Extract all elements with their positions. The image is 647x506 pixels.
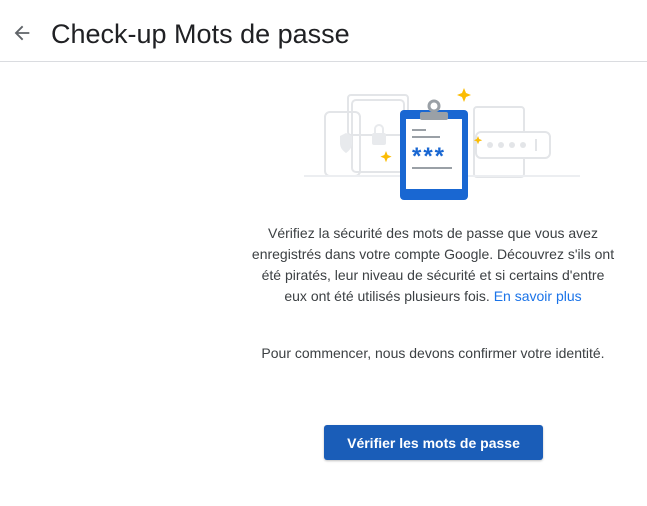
- learn-more-link[interactable]: En savoir plus: [494, 288, 582, 304]
- identity-text: Pour commencer, nous devons confirmer vo…: [261, 345, 605, 361]
- arrow-back-icon: [14, 25, 30, 41]
- description-text: Vérifiez la sécurité des mots de passe q…: [250, 223, 616, 307]
- masked-password-text: ***: [412, 143, 446, 170]
- clipboard-password-illustration: ***: [304, 88, 580, 200]
- app-header: Check-up Mots de passe: [0, 0, 647, 62]
- check-passwords-button[interactable]: Vérifier les mots de passe: [324, 425, 543, 460]
- back-button[interactable]: [8, 19, 36, 47]
- page-title: Check-up Mots de passe: [51, 19, 350, 49]
